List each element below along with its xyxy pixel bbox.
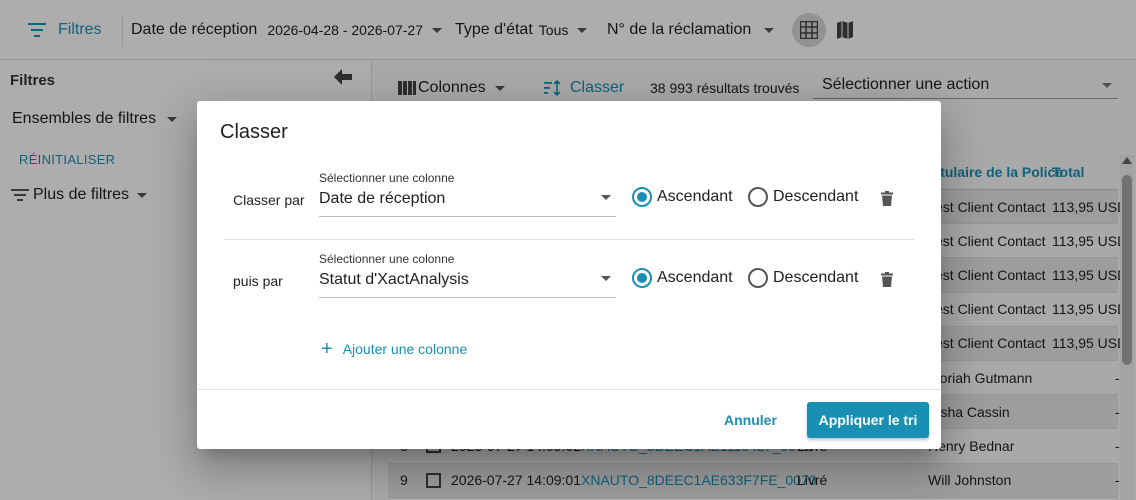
sort-rule-label: Classer par (233, 192, 305, 208)
sort-column-select[interactable]: Sélectionner une colonne Date de récepti… (319, 171, 616, 217)
descending-radio[interactable]: Descendant (748, 187, 858, 207)
select-hint: Sélectionner une colonne (319, 171, 455, 185)
rule-divider (224, 239, 914, 240)
delete-rule-button[interactable] (881, 191, 893, 206)
plus-icon: + (321, 338, 333, 360)
ascending-radio[interactable]: Ascendant (632, 187, 733, 207)
sort-dialog: Classer Classer par Sélectionner une col… (197, 101, 941, 449)
select-value: Statut d'XactAnalysis (319, 271, 469, 288)
radio-checked-icon (632, 187, 652, 207)
trash-icon (881, 272, 893, 287)
cancel-button[interactable]: Annuler (724, 412, 777, 428)
radio-unchecked-icon (748, 187, 768, 207)
descending-label: Descendant (773, 269, 859, 286)
select-value: Date de réception (319, 190, 446, 207)
sort-column-select[interactable]: Sélectionner une colonne Statut d'XactAn… (319, 252, 616, 298)
apply-sort-button[interactable]: Appliquer le tri (807, 402, 929, 438)
select-hint: Sélectionner une colonne (319, 252, 455, 266)
add-column-button[interactable]: + Ajouter une colonne (321, 338, 468, 360)
delete-rule-button[interactable] (881, 272, 893, 287)
ascending-label: Ascendant (657, 188, 733, 205)
radio-unchecked-icon (748, 268, 768, 288)
trash-icon (881, 191, 893, 206)
dialog-actions: Annuler Appliquer le tri (197, 389, 941, 449)
add-column-label: Ajouter une colonne (342, 341, 468, 357)
sort-rule-label: puis par (233, 273, 283, 289)
descending-radio[interactable]: Descendant (748, 268, 858, 288)
ascending-radio[interactable]: Ascendant (632, 268, 733, 288)
chevron-down-icon (601, 276, 611, 281)
ascending-label: Ascendant (657, 269, 733, 286)
descending-label: Descendant (773, 188, 859, 205)
radio-checked-icon (632, 268, 652, 288)
dialog-title: Classer (220, 121, 288, 143)
chevron-down-icon (601, 195, 611, 200)
